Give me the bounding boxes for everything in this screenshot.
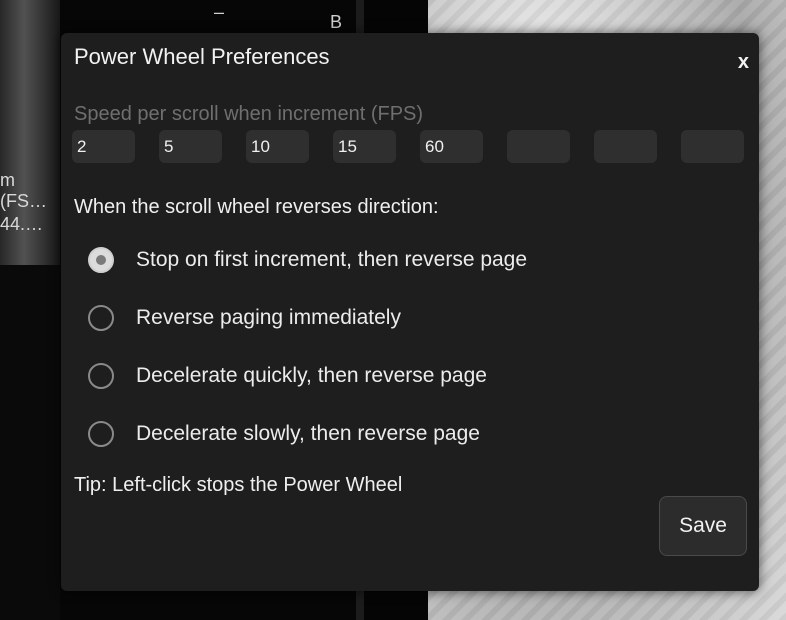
overlay-text-1: m — [0, 170, 15, 190]
radio-option-label: Decelerate slowly, then reverse page — [136, 422, 480, 445]
overlay-text-2: (FS… — [0, 191, 47, 211]
close-button[interactable]: x — [738, 51, 749, 73]
radio-option-decelerate-quickly[interactable]: Decelerate quickly, then reverse page — [88, 347, 527, 405]
background-partial-label: B — [330, 12, 343, 32]
reverse-direction-label: When the scroll wheel reverses direction… — [74, 196, 439, 218]
fps-input-3[interactable] — [246, 130, 309, 163]
fps-input-6[interactable] — [507, 130, 570, 163]
image-strip-lower — [0, 265, 60, 620]
radio-option-label: Decelerate quickly, then reverse page — [136, 364, 487, 387]
radio-option-label: Reverse paging immediately — [136, 306, 401, 329]
radio-button-icon[interactable] — [88, 247, 114, 273]
radio-option-decelerate-slowly[interactable]: Decelerate slowly, then reverse page — [88, 405, 527, 463]
fps-input-7[interactable] — [594, 130, 657, 163]
background-dash-label: – — [214, 2, 225, 22]
fps-input-5[interactable] — [420, 130, 483, 163]
radio-option-label: Stop on first increment, then reverse pa… — [136, 248, 528, 271]
fps-input-1[interactable] — [72, 130, 135, 163]
radio-option-stop-first[interactable]: Stop on first increment, then reverse pa… — [88, 231, 527, 289]
radio-button-icon[interactable] — [88, 421, 114, 447]
save-button[interactable]: Save — [659, 496, 747, 556]
dialog-title: Power Wheel Preferences — [74, 44, 330, 69]
overlay-text-3: 44.… — [0, 214, 44, 234]
fps-label: Speed per scroll when increment (FPS) — [74, 103, 424, 125]
fps-input-8[interactable] — [681, 130, 744, 163]
radio-button-icon[interactable] — [88, 305, 114, 331]
fps-input-row — [72, 130, 744, 163]
power-wheel-preferences-dialog: Power Wheel Preferences x Speed per scro… — [61, 33, 759, 591]
radio-button-icon[interactable] — [88, 363, 114, 389]
fps-input-2[interactable] — [159, 130, 222, 163]
reverse-options-group: Stop on first increment, then reverse pa… — [88, 231, 527, 463]
tip-text: Tip: Left-click stops the Power Wheel — [74, 474, 403, 496]
fps-input-4[interactable] — [333, 130, 396, 163]
radio-option-reverse-immediately[interactable]: Reverse paging immediately — [88, 289, 527, 347]
